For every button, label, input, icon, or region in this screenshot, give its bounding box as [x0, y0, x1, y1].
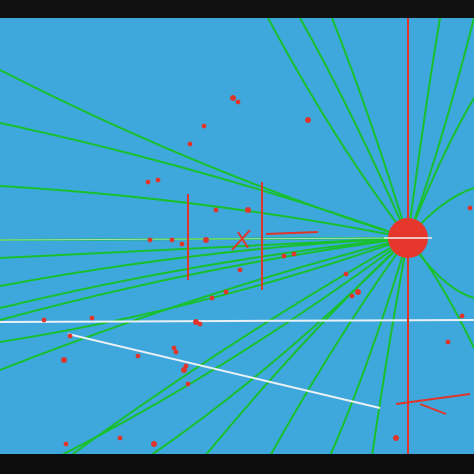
particle	[459, 313, 465, 319]
particle	[237, 267, 243, 273]
particle	[343, 271, 349, 277]
particle	[179, 241, 185, 247]
particle	[393, 435, 399, 441]
status-bar	[0, 454, 474, 474]
particle	[235, 99, 241, 105]
particle	[151, 441, 157, 447]
particle	[355, 289, 361, 295]
particle	[171, 345, 177, 351]
particle	[147, 237, 153, 243]
particle	[281, 253, 287, 259]
particle	[230, 95, 236, 101]
particle	[67, 333, 73, 339]
play-field[interactable]	[0, 18, 474, 456]
particle	[467, 205, 473, 211]
particle	[203, 237, 209, 243]
particle	[61, 357, 67, 363]
particle	[41, 317, 47, 323]
particle	[349, 293, 355, 299]
particle	[291, 251, 297, 257]
particle	[201, 123, 207, 129]
particle	[181, 367, 187, 373]
particle	[169, 237, 175, 243]
particle	[187, 141, 193, 147]
particle	[213, 207, 219, 213]
particle	[185, 381, 191, 387]
particle	[223, 289, 229, 295]
particle	[63, 441, 69, 447]
particle	[117, 435, 123, 441]
particle	[245, 207, 251, 213]
particle	[209, 295, 215, 301]
particle	[145, 179, 151, 185]
top-frame-strip	[0, 0, 474, 20]
particle	[445, 339, 451, 345]
particle	[135, 353, 141, 359]
particle	[89, 315, 95, 321]
particle	[305, 117, 311, 123]
particle	[197, 321, 203, 327]
particle	[155, 177, 161, 183]
